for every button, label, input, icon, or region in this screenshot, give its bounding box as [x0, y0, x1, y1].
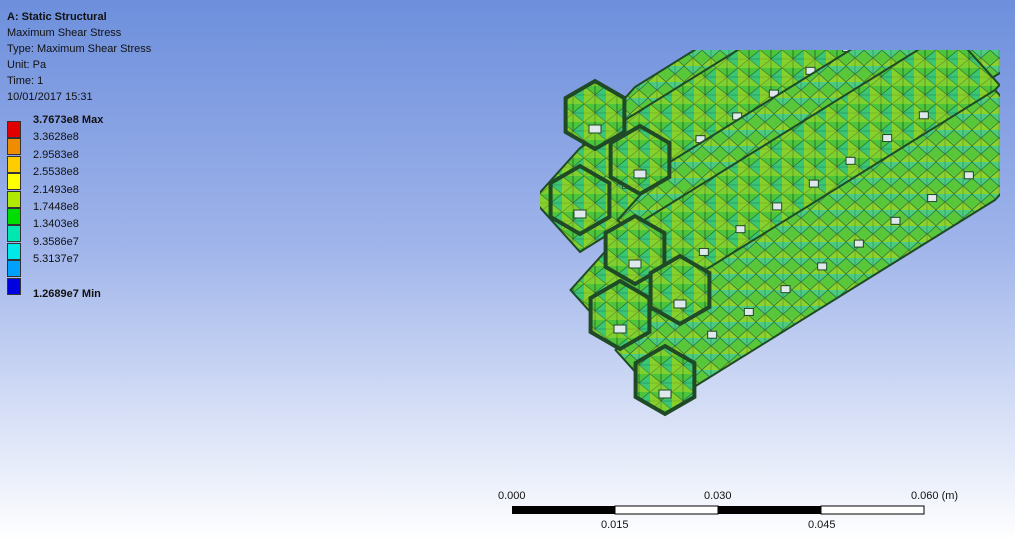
legend-label: 3.3628e8 [33, 131, 79, 144]
legend-label: 2.9583e8 [33, 148, 79, 161]
mesh-hole [573, 209, 587, 219]
result-type: Type: Maximum Shear Stress [7, 43, 152, 55]
legend-swatch [7, 225, 21, 243]
result-timestamp: 10/01/2017 15:31 [7, 91, 93, 103]
mesh-hole [882, 134, 893, 143]
hex-cell-face [588, 278, 652, 352]
legend-label: 2.5538e8 [33, 166, 79, 179]
scale-label-060: 0.060 (m) [911, 490, 959, 502]
hex-cell-face [633, 343, 697, 417]
mesh-hole [890, 216, 901, 225]
legend-swatch [7, 207, 21, 225]
mesh-hole [628, 259, 642, 269]
legend-swatch [7, 260, 21, 278]
result-time: Time: 1 [7, 75, 44, 87]
legend-label: 1.2689e7 Min [33, 287, 101, 300]
legend-label: 1.3403e8 [33, 218, 79, 231]
mesh-hole [853, 239, 864, 248]
result-info-panel: A: Static Structural Maximum Shear Stres… [7, 9, 151, 105]
legend-label: 5.3137e7 [33, 253, 79, 266]
mesh-hole [927, 194, 938, 203]
scale-segment-1 [512, 506, 615, 514]
result-unit: Unit: Pa [7, 59, 47, 71]
legend-swatch [7, 242, 21, 260]
mesh-hole [633, 169, 647, 179]
legend-swatch [7, 138, 21, 156]
legend-swatch [7, 155, 21, 173]
scale-label-0: 0.000 [498, 490, 526, 502]
hex-cell-face [548, 163, 612, 237]
mesh-hole [613, 324, 627, 334]
analysis-title: A: Static Structural [7, 11, 107, 23]
mesh-hole [963, 171, 974, 180]
legend-label: 3.7673e8 Max [33, 114, 104, 126]
mesh-hole [772, 202, 783, 211]
mesh-hole [845, 156, 856, 165]
mesh-hole [817, 262, 828, 271]
legend-label: 9.3586e7 [33, 235, 79, 248]
legend-label: 1.7448e8 [33, 200, 79, 213]
hex-cell-face [648, 253, 712, 327]
scale-segment-2 [614, 505, 719, 515]
legend-swatch [7, 173, 21, 191]
scale-label-030: 0.030 [704, 490, 732, 502]
mesh-hole [735, 225, 746, 234]
legend-label: 2.1493e8 [33, 183, 79, 196]
result-name: Maximum Shear Stress [7, 27, 122, 39]
mesh-hole [743, 307, 754, 316]
mesh-hole [707, 330, 718, 339]
mesh-hole [698, 247, 709, 256]
scale-segment-4 [820, 505, 925, 515]
mesh-hole [588, 124, 602, 134]
mesh-model-viewport[interactable] [540, 50, 1000, 440]
legend-swatch [7, 121, 21, 138]
scale-label-045: 0.045 [808, 519, 836, 531]
mesh-hole [808, 179, 819, 188]
mesh-hole [918, 111, 929, 120]
scale-label-015: 0.015 [601, 519, 629, 531]
legend-swatch [7, 277, 21, 295]
legend-swatch [7, 190, 21, 208]
mesh-hole [780, 285, 791, 294]
mesh-hole [658, 389, 672, 399]
scale-segment-3 [718, 506, 821, 514]
mesh-hole [673, 299, 687, 309]
hex-cell-face [608, 123, 672, 197]
